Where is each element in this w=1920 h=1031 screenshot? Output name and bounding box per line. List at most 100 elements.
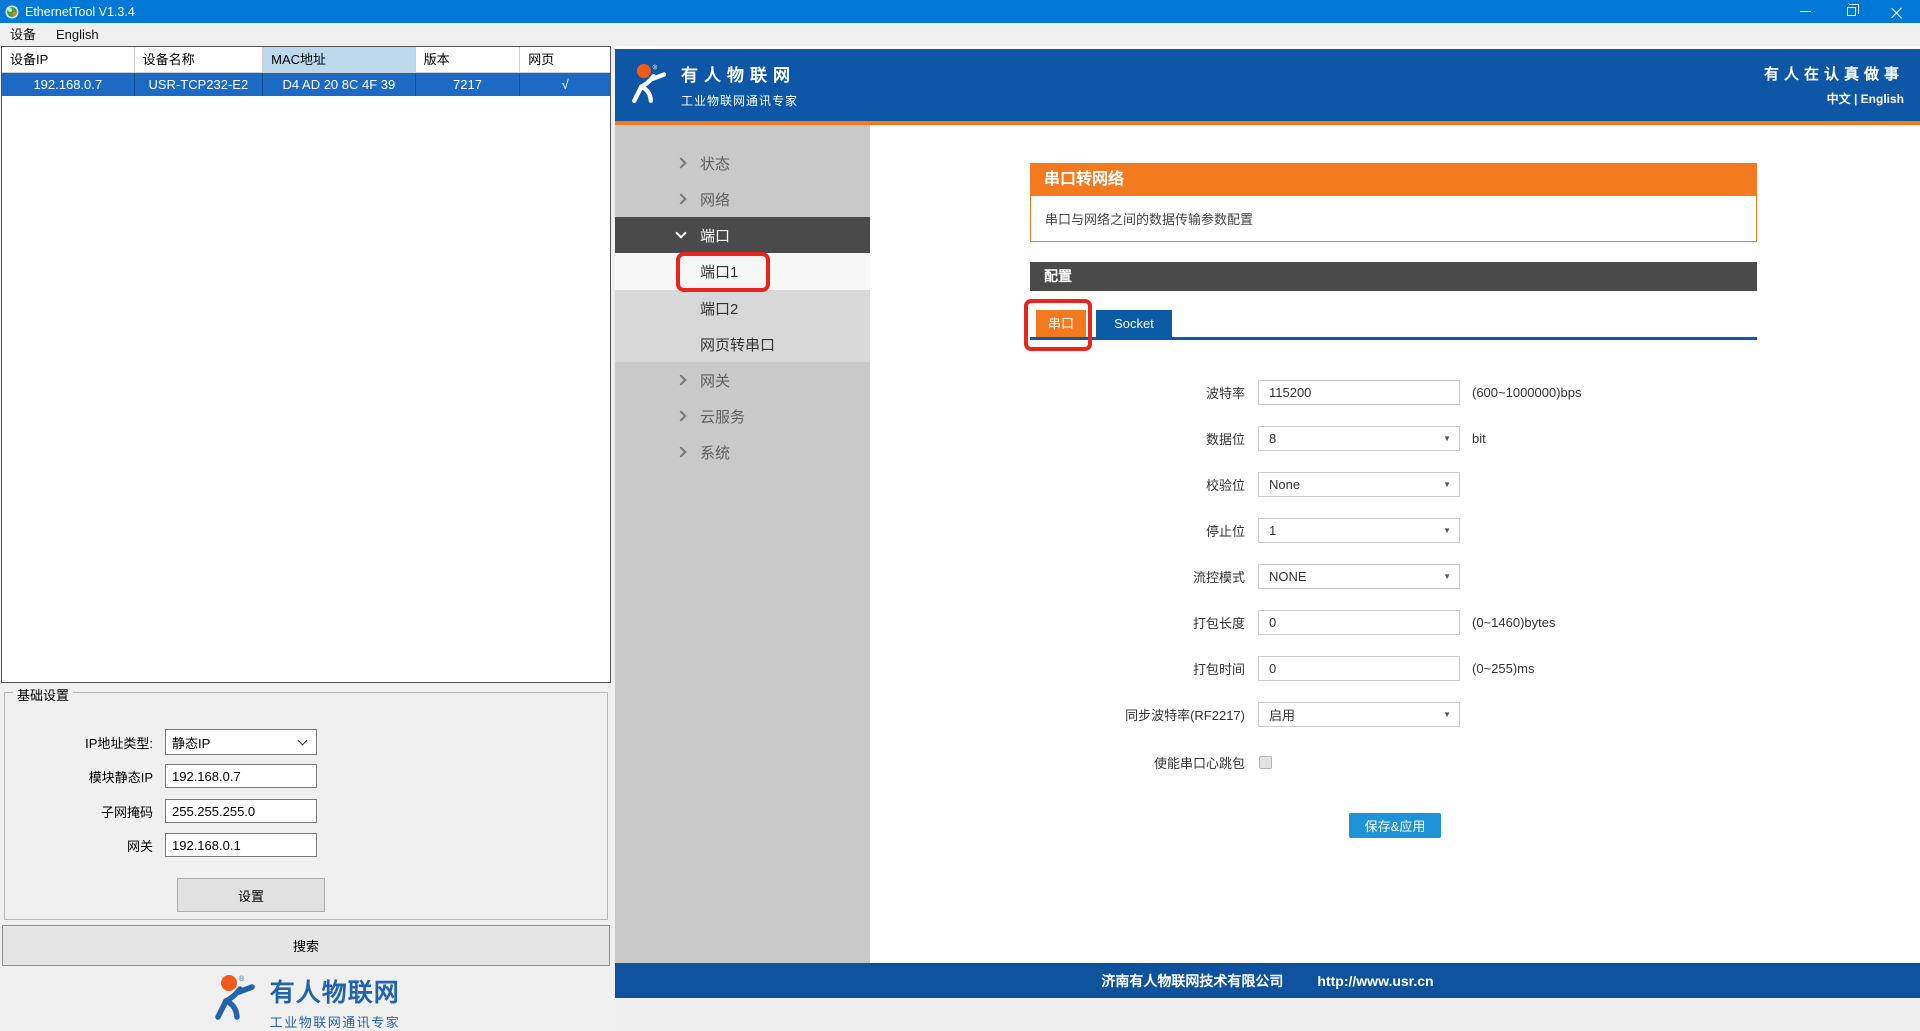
- title-bar: EthernetTool V1.3.4: [0, 0, 1920, 23]
- subnet-input[interactable]: 255.255.255.0: [165, 799, 317, 823]
- col-device-ip[interactable]: 设备IP: [2, 47, 135, 72]
- chevron-right-icon: [675, 374, 686, 385]
- menu-bar: 设备 English: [0, 23, 1920, 46]
- stop-bits-select[interactable]: 1▼: [1258, 518, 1460, 543]
- annotation-box-port1: [676, 252, 770, 292]
- app-icon: [5, 5, 19, 19]
- packet-length-input[interactable]: 0: [1258, 610, 1460, 635]
- parity-row: 校验位 None▼: [870, 471, 1850, 497]
- sidebar-item-system[interactable]: 系统: [615, 434, 870, 470]
- chevron-right-icon: [675, 446, 686, 457]
- sidebar-item-web-to-serial[interactable]: 网页转串口: [615, 326, 870, 362]
- page-banner: 串口转网络 串口与网络之间的数据传输参数配置: [1030, 163, 1757, 242]
- tab-socket[interactable]: Socket: [1096, 310, 1172, 337]
- usr-person-icon: ®: [212, 973, 260, 1025]
- search-button[interactable]: 搜索: [2, 925, 610, 966]
- set-button[interactable]: 设置: [177, 878, 325, 912]
- static-ip-input[interactable]: 192.168.0.7: [165, 764, 317, 788]
- footer-url[interactable]: http://www.usr.cn: [1317, 973, 1433, 989]
- cell-webpage-check: √: [520, 73, 610, 96]
- select-arrow-icon: ▼: [1443, 572, 1451, 581]
- chevron-right-icon: [675, 157, 686, 168]
- language-switch[interactable]: 中文 | English: [1764, 90, 1904, 107]
- stop-bits-row: 停止位 1▼: [870, 517, 1850, 543]
- ip-type-row: IP地址类型: 静态IP: [5, 729, 607, 755]
- cell-version: 7217: [416, 73, 521, 96]
- subnet-row: 子网掩码 255.255.255.0: [5, 799, 607, 823]
- section-title: 配置: [1030, 262, 1757, 291]
- device-table-header: 设备IP 设备名称 MAC地址 版本 网页: [2, 47, 610, 73]
- close-icon: [1891, 6, 1903, 18]
- ip-type-select[interactable]: 静态IP: [165, 729, 317, 755]
- web-header: ® 有人物联网 工业物联网通讯专家 有人在认真做事 中文 | English: [615, 49, 1920, 121]
- baud-rate-row: 波特率 115200 (600~1000000)bps: [870, 379, 1850, 405]
- gateway-input[interactable]: 192.168.0.1: [165, 833, 317, 857]
- heartbeat-checkbox[interactable]: [1259, 756, 1272, 769]
- packet-time-input[interactable]: 0: [1258, 656, 1460, 681]
- ip-type-label: IP地址类型:: [5, 733, 165, 752]
- footer-bottom-strip: [615, 998, 1920, 1031]
- annotation-box-serial-tab: [1024, 299, 1092, 351]
- select-arrow-icon: ▼: [1443, 434, 1451, 443]
- chevron-right-icon: [675, 410, 686, 421]
- footer-company: 济南有人物联网技术有限公司: [1101, 971, 1283, 991]
- usr-logo: ® 有人物联网 工业物联网通讯专家: [0, 973, 612, 1031]
- packet-length-row: 打包长度 0 (0~1460)bytes: [870, 609, 1850, 635]
- cell-device-name: USR-TCP232-E2: [135, 73, 264, 96]
- close-button[interactable]: [1874, 0, 1920, 23]
- cell-device-ip: 192.168.0.7: [2, 73, 135, 96]
- select-arrow-icon: ▼: [1443, 526, 1451, 535]
- subnet-label: 子网掩码: [5, 802, 165, 821]
- select-arrow-icon: ▼: [1443, 710, 1451, 719]
- web-view: ® 有人物联网 工业物联网通讯专家 有人在认真做事 中文 | English: [615, 46, 1920, 1031]
- left-panel: 设备IP 设备名称 MAC地址 版本 网页 192.168.0.7 USR-TC…: [0, 46, 612, 1031]
- svg-text:®: ®: [239, 975, 245, 983]
- basic-settings-title: 基础设置: [13, 685, 73, 704]
- save-apply-button[interactable]: 保存&应用: [1349, 813, 1441, 838]
- menu-english[interactable]: English: [46, 23, 109, 46]
- gateway-row: 网关 192.168.0.1: [5, 833, 607, 857]
- data-bits-row: 数据位 8▼ bit: [870, 425, 1850, 451]
- col-webpage[interactable]: 网页: [520, 47, 610, 72]
- sidebar-item-port[interactable]: 端口: [615, 217, 870, 253]
- baud-rate-input[interactable]: 115200: [1258, 380, 1460, 405]
- window-title: EthernetTool V1.3.4: [25, 5, 135, 19]
- sidebar-item-status[interactable]: 状态: [615, 145, 870, 181]
- web-footer: 济南有人物联网技术有限公司 http://www.usr.cn: [615, 963, 1920, 998]
- basic-settings-group: 基础设置 IP地址类型: 静态IP 模块静态IP 192.168.0.7 子网掩…: [4, 692, 608, 920]
- heartbeat-row: 使能串口心跳包: [870, 749, 1850, 775]
- sidebar-item-network[interactable]: 网络: [615, 181, 870, 217]
- chevron-down-icon: [298, 735, 308, 745]
- gateway-label: 网关: [5, 836, 165, 855]
- sidebar-item-port2[interactable]: 端口2: [615, 290, 870, 326]
- minimize-button[interactable]: [1782, 0, 1828, 23]
- data-bits-select[interactable]: 8▼: [1258, 426, 1460, 451]
- web-motto: 有人在认真做事: [1764, 63, 1904, 84]
- device-row-selected[interactable]: 192.168.0.7 USR-TCP232-E2 D4 AD 20 8C 4F…: [2, 73, 610, 96]
- logo-brand: 有人物联网: [270, 973, 401, 1009]
- page-title: 串口转网络: [1030, 163, 1757, 196]
- packet-time-row: 打包时间 0 (0~255)ms: [870, 655, 1850, 681]
- chevron-right-icon: [675, 193, 686, 204]
- web-sidebar: 状态 网络 端口 端口1 端口2 网页转串口 网关 云服务: [615, 125, 870, 963]
- sidebar-item-cloud-service[interactable]: 云服务: [615, 398, 870, 434]
- col-version[interactable]: 版本: [416, 47, 521, 72]
- sidebar-item-gateway[interactable]: 网关: [615, 362, 870, 398]
- web-slogan: 工业物联网通讯专家: [681, 92, 798, 109]
- select-arrow-icon: ▼: [1443, 480, 1451, 489]
- flow-control-select[interactable]: NONE▼: [1258, 564, 1460, 589]
- svg-text:®: ®: [653, 64, 658, 71]
- col-mac-address[interactable]: MAC地址: [263, 47, 415, 72]
- restore-button[interactable]: [1828, 0, 1874, 23]
- static-ip-label: 模块静态IP: [5, 767, 165, 786]
- col-device-name[interactable]: 设备名称: [135, 47, 264, 72]
- page-description: 串口与网络之间的数据传输参数配置: [1030, 196, 1757, 242]
- parity-select[interactable]: None▼: [1258, 472, 1460, 497]
- menu-device[interactable]: 设备: [0, 23, 46, 46]
- minimize-icon: [1800, 11, 1811, 12]
- cell-mac-address: D4 AD 20 8C 4F 39: [263, 73, 416, 96]
- sync-baud-row: 同步波特率(RF2217) 启用▼: [870, 701, 1850, 727]
- sync-baud-select[interactable]: 启用▼: [1258, 702, 1460, 727]
- device-table: 设备IP 设备名称 MAC地址 版本 网页 192.168.0.7 USR-TC…: [1, 46, 611, 683]
- web-content: 串口转网络 串口与网络之间的数据传输参数配置 配置 串口 Socket 波特率 …: [870, 125, 1920, 963]
